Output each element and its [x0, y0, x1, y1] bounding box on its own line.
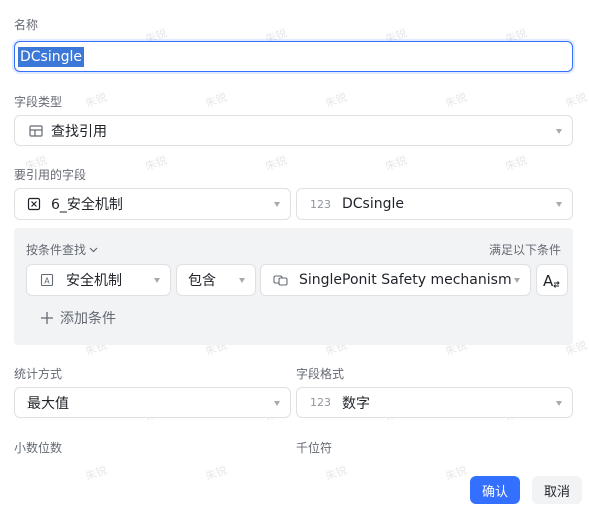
watermark: 朱锐: [443, 90, 469, 111]
condition-value-select[interactable]: SinglePonit Safety mechanism: [260, 264, 531, 296]
chevron-down-icon: [154, 278, 160, 283]
watermark: 朱锐: [263, 153, 289, 174]
add-condition-button[interactable]: 添加条件: [40, 308, 116, 328]
table-icon: [27, 197, 41, 211]
watermark: 朱锐: [203, 463, 229, 484]
watermark: 朱锐: [83, 463, 109, 484]
condition-value-text: SinglePonit Safety mechanism: [299, 272, 512, 288]
watermark: 朱锐: [323, 90, 349, 111]
number-field-icon: 123: [310, 197, 331, 211]
chevron-down-icon: [556, 128, 562, 134]
ref-table-select[interactable]: 6_安全机制: [14, 188, 291, 220]
watermark: 朱锐: [323, 463, 349, 484]
statistics-value: 最大值: [27, 395, 69, 412]
ref-table-value: 6_安全机制: [51, 197, 123, 213]
chevron-down-icon: [274, 202, 280, 207]
condition-field-select[interactable]: A 安全机制: [26, 264, 171, 296]
cancel-button[interactable]: 取消: [532, 476, 582, 504]
name-input[interactable]: DCsingle: [14, 41, 573, 72]
ref-field-label: 要引用的字段: [14, 168, 87, 182]
field-type-value: 查找引用: [51, 123, 107, 140]
chevron-down-icon: [274, 400, 280, 406]
svg-text:A: A: [543, 272, 554, 289]
cancel-button-label: 取消: [543, 484, 570, 500]
text-field-icon: A: [40, 273, 54, 287]
chevron-down-icon: [239, 278, 245, 283]
chevron-down-icon: [89, 247, 98, 253]
watermark: 朱锐: [563, 90, 589, 111]
text-format-icon: A: [542, 271, 562, 289]
chevron-down-icon: [556, 400, 562, 406]
ref-field-select[interactable]: 123 DCsingle: [296, 188, 573, 220]
watermark: 朱锐: [203, 90, 229, 111]
format-select[interactable]: 123 数字: [296, 387, 573, 418]
lookup-by-condition-toggle[interactable]: 按条件查找: [26, 241, 98, 258]
number-field-icon: 123: [310, 396, 331, 409]
link-record-icon: [273, 273, 289, 287]
watermark: 朱锐: [503, 153, 529, 174]
confirm-button[interactable]: 确认: [470, 476, 520, 504]
field-type-select[interactable]: 查找引用: [14, 115, 573, 146]
thousands-separator-label: 千位符: [296, 441, 333, 455]
watermark: 朱锐: [143, 153, 169, 174]
lookup-by-condition-label: 按条件查找: [26, 243, 87, 257]
field-type-label: 字段类型: [14, 95, 63, 109]
condition-operator-value: 包含: [188, 273, 216, 289]
name-label: 名称: [14, 18, 39, 32]
text-format-button[interactable]: A: [536, 264, 568, 296]
watermark: 朱锐: [443, 463, 469, 484]
format-value: 数字: [342, 395, 370, 412]
add-condition-label: 添加条件: [60, 311, 116, 327]
statistics-label: 统计方式: [14, 367, 63, 381]
plus-icon: [40, 311, 54, 325]
format-label: 字段格式: [296, 367, 345, 381]
chevron-down-icon: [556, 202, 562, 207]
match-condition-label: 满足以下条件: [488, 243, 561, 257]
condition-field-value: 安全机制: [66, 273, 122, 289]
statistics-select[interactable]: 最大值: [14, 387, 291, 418]
name-input-value: DCsingle: [18, 46, 85, 67]
svg-text:A: A: [44, 277, 50, 286]
ref-field-value: DCsingle: [342, 196, 405, 212]
lookup-reference-icon: [29, 124, 43, 138]
watermark: 朱锐: [83, 90, 109, 111]
confirm-button-label: 确认: [481, 484, 508, 500]
decimal-places-label: 小数位数: [14, 441, 63, 455]
watermark: 朱锐: [383, 153, 409, 174]
chevron-down-icon: [514, 278, 520, 283]
condition-operator-select[interactable]: 包含: [176, 264, 256, 296]
